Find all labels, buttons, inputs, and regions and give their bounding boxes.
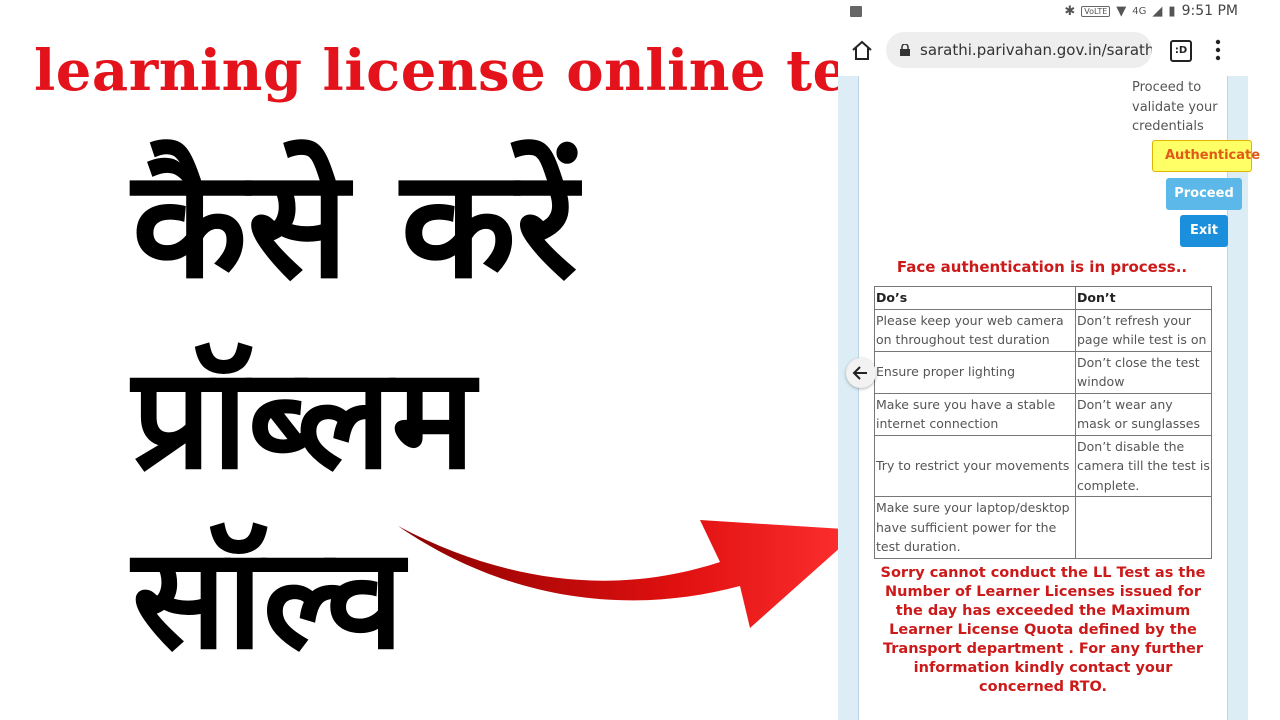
dont-cell: Don’t disable the camera till the test i… <box>1075 434 1212 497</box>
gallery-notification-icon <box>850 6 862 17</box>
overflow-menu-icon[interactable] <box>1214 38 1222 62</box>
signal-icon: ◢ <box>1152 3 1163 19</box>
thumbnail-title: learning license online test <box>34 38 908 104</box>
wifi-icon: ▼ <box>1116 3 1127 19</box>
hindi-line-1: कैसे करें <box>132 138 578 312</box>
home-icon[interactable] <box>850 39 874 63</box>
status-time: 9:51 PM <box>1181 3 1238 19</box>
dos-cell: Make sure your laptop/desktop have suffi… <box>874 496 1076 559</box>
quota-error-message: Sorry cannot conduct the LL Test as the … <box>880 565 1206 695</box>
url-text: sarathi.parivahan.gov.in/sarathis <box>920 41 1152 59</box>
face-auth-message: Face authentication is in process.. <box>896 258 1188 276</box>
status-indicators: ✱ VoLTE ▼ 4G ◢ ▮ 9:51 PM <box>1064 3 1238 19</box>
table-row: Please keep your web camera on throughou… <box>874 308 1212 352</box>
battery-icon: ▮ <box>1168 3 1176 19</box>
signal-label: 4G <box>1132 5 1147 17</box>
volte-badge: VoLTE <box>1081 5 1111 17</box>
table-row: Make sure you have a stable internet con… <box>874 392 1212 436</box>
tabs-icon[interactable]: :D <box>1170 40 1192 62</box>
bluetooth-icon: ✱ <box>1064 3 1076 19</box>
dos-cell: Try to restrict your movements <box>874 434 1076 497</box>
exit-button[interactable]: Exit <box>1180 215 1228 247</box>
dont-cell: Don’t refresh your page while test is on <box>1075 308 1212 352</box>
phone-screen: ✱ VoLTE ▼ 4G ◢ ▮ 9:51 PM sarathi.parivah… <box>838 0 1280 720</box>
dont-cell <box>1075 496 1212 559</box>
status-bar: ✱ VoLTE ▼ 4G ◢ ▮ 9:51 PM <box>838 0 1280 26</box>
rules-table: Do’s Don’t Please keep your web camera o… <box>874 286 1212 559</box>
proceed-note: Proceed to validate your credentials <box>1132 80 1218 134</box>
dos-cell: Ensure proper lighting <box>874 350 1076 394</box>
table-row: Ensure proper lighting Don’t close the t… <box>874 350 1212 394</box>
back-arrow-icon[interactable] <box>846 358 876 388</box>
browser-toolbar: sarathi.parivahan.gov.in/sarathis :D <box>838 26 1280 76</box>
red-arrow-icon <box>398 520 860 628</box>
dont-cell: Don’t close the test window <box>1075 350 1212 394</box>
table-row: Make sure your laptop/desktop have suffi… <box>874 496 1212 559</box>
lock-icon <box>900 44 910 56</box>
authenticate-button[interactable]: Authenticate <box>1152 140 1260 172</box>
hindi-line-3: सॉल्व <box>132 518 404 681</box>
proceed-button[interactable]: Proceed <box>1166 178 1242 210</box>
dos-cell: Please keep your web camera on throughou… <box>874 308 1076 352</box>
address-bar[interactable]: sarathi.parivahan.gov.in/sarathis <box>886 32 1152 68</box>
dos-cell: Make sure you have a stable internet con… <box>874 392 1076 436</box>
dont-cell: Don’t wear any mask or sunglasses <box>1075 392 1212 436</box>
hindi-line-2: प्रॉब्लम <box>132 338 476 501</box>
header-dont: Don’t <box>1075 286 1212 310</box>
table-row: Try to restrict your movements Don’t dis… <box>874 434 1212 497</box>
web-content: Proceed to validate your credentials Aut… <box>838 76 1260 720</box>
table-header-row: Do’s Don’t <box>874 286 1212 310</box>
header-dos: Do’s <box>874 286 1076 310</box>
